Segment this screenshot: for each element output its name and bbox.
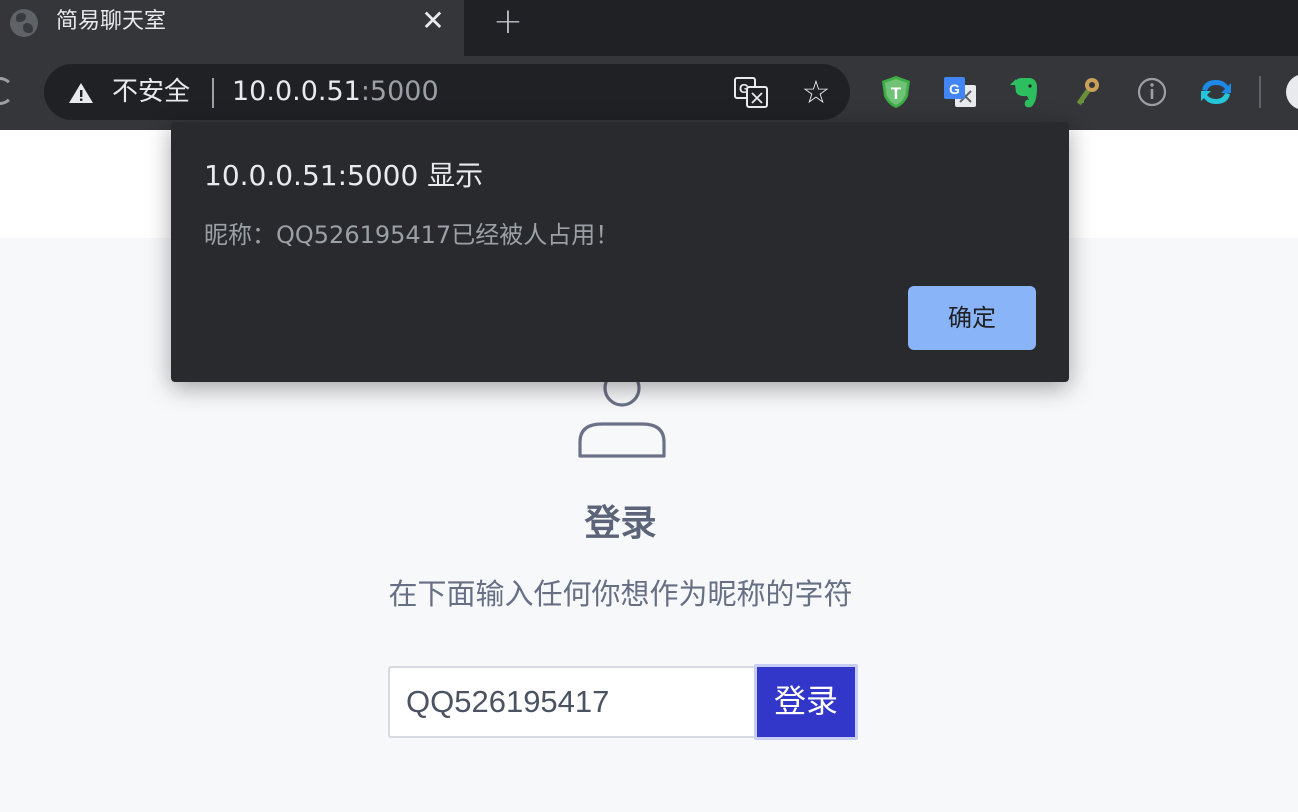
tab-strip: 简易聊天室 ✕ + [0,0,1298,56]
dialog-title: 10.0.0.51:5000 显示 [204,159,484,192]
shield-t-extension-icon[interactable]: T [878,74,914,110]
alert-dialog: 10.0.0.51:5000 显示 昵称：QQ526195417已经被人占用！ … [171,122,1069,382]
user-icon [578,370,666,458]
toolbar-divider [1259,76,1261,108]
login-button[interactable]: 登录 [754,664,858,740]
evernote-elephant-icon[interactable] [1006,74,1042,110]
bookmark-star-icon[interactable]: ☆ [798,74,834,110]
omnibox-divider [212,78,214,108]
tab-title: 简易聊天室 [56,9,167,34]
svg-text:G: G [949,81,960,97]
address-bar[interactable]: 不安全 10.0.0.51:5000 G ☆ [44,64,850,120]
sync-extension-icon[interactable] [1198,74,1234,110]
browser-tab[interactable]: 简易聊天室 ✕ [0,0,464,56]
url-port: :5000 [360,76,439,107]
url-host: 10.0.0.51 [232,76,361,107]
globe-icon [10,9,38,37]
new-tab-button[interactable]: + [490,4,526,40]
browser-toolbar: 不安全 10.0.0.51:5000 G ☆ T G [0,56,1298,130]
dialog-message: 昵称：QQ526195417已经被人占用！ [204,221,620,249]
url-text[interactable]: 10.0.0.51:5000 [232,76,439,108]
nickname-input[interactable] [388,666,756,738]
login-instructions: 在下面输入任何你想作为昵称的字符 [388,577,853,611]
info-icon[interactable] [1134,74,1170,110]
warning-icon[interactable] [68,82,94,104]
key-extension-icon[interactable] [1070,74,1106,110]
translate-page-icon[interactable]: G [734,76,768,108]
security-label[interactable]: 不安全 [112,77,190,107]
google-translate-extension-icon[interactable]: G [942,74,978,110]
reload-icon[interactable] [0,77,14,105]
svg-text:T: T [891,84,902,103]
login-heading: 登录 [584,503,657,544]
profile-avatar[interactable] [1286,74,1298,110]
close-tab-icon[interactable]: ✕ [418,6,448,36]
dialog-ok-button[interactable]: 确定 [908,286,1036,350]
